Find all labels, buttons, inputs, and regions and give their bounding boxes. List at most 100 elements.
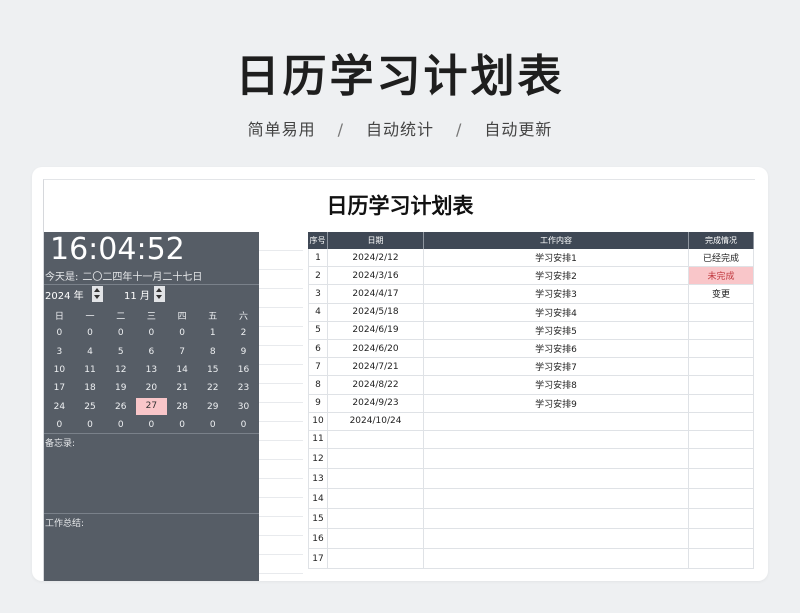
table-cell[interactable]: 5 — [308, 321, 328, 339]
table-cell[interactable]: 3 — [308, 285, 328, 303]
table-cell[interactable] — [689, 412, 754, 430]
table-cell[interactable]: 11 — [308, 430, 328, 449]
calendar-day[interactable]: 0 — [197, 420, 228, 430]
table-cell[interactable]: 2024/6/20 — [328, 339, 424, 358]
table-cell[interactable] — [689, 509, 754, 529]
calendar-day[interactable]: 18 — [75, 383, 106, 393]
calendar-day[interactable]: 5 — [105, 347, 136, 357]
table-cell[interactable]: 学习安排4 — [424, 303, 689, 321]
calendar-day[interactable]: 13 — [136, 365, 167, 375]
table-cell[interactable] — [328, 469, 424, 489]
table-cell[interactable] — [328, 549, 424, 569]
table-cell[interactable] — [689, 394, 754, 412]
table-cell[interactable]: 学习安排6 — [424, 339, 689, 358]
table-cell[interactable] — [328, 430, 424, 449]
calendar-day[interactable]: 28 — [167, 402, 198, 412]
table-cell[interactable]: 学习安排8 — [424, 376, 689, 394]
month-spinner[interactable] — [154, 286, 165, 302]
calendar-day[interactable]: 16 — [228, 365, 259, 375]
calendar-day[interactable]: 0 — [228, 420, 259, 430]
calendar-day[interactable]: 9 — [228, 347, 259, 357]
table-cell[interactable]: 7 — [308, 358, 328, 376]
calendar-day[interactable]: 0 — [75, 328, 106, 338]
table-cell[interactable]: 2024/10/24 — [328, 412, 424, 430]
table-cell[interactable]: 16 — [308, 529, 328, 549]
table-cell[interactable]: 14 — [308, 489, 328, 509]
table-cell[interactable]: 17 — [308, 549, 328, 569]
table-cell[interactable] — [689, 549, 754, 569]
table-cell[interactable]: 2024/7/21 — [328, 358, 424, 376]
spin-down-icon[interactable] — [94, 295, 100, 299]
column-header[interactable]: 日期 — [328, 232, 424, 249]
column-header[interactable]: 工作内容 — [424, 232, 689, 249]
table-cell[interactable]: 9 — [308, 394, 328, 412]
calendar-day[interactable]: 0 — [136, 420, 167, 430]
calendar-day[interactable]: 24 — [44, 402, 75, 412]
calendar-day[interactable]: 26 — [105, 402, 136, 412]
table-cell[interactable]: 学习安排5 — [424, 321, 689, 339]
calendar-day[interactable]: 11 — [75, 365, 106, 375]
table-cell[interactable]: 15 — [308, 509, 328, 529]
table-cell[interactable]: 4 — [308, 303, 328, 321]
table-cell[interactable] — [424, 430, 689, 449]
table-cell[interactable] — [424, 469, 689, 489]
table-cell[interactable] — [328, 489, 424, 509]
calendar-day[interactable]: 0 — [105, 328, 136, 338]
table-cell[interactable]: 2024/8/22 — [328, 376, 424, 394]
calendar-day[interactable]: 4 — [75, 347, 106, 357]
table-cell[interactable]: 学习安排9 — [424, 394, 689, 412]
calendar-day[interactable]: 27 — [136, 398, 167, 416]
table-cell[interactable] — [689, 529, 754, 549]
table-cell[interactable]: 2 — [308, 267, 328, 285]
table-cell[interactable]: 已经完成 — [689, 249, 754, 267]
calendar-day[interactable]: 2 — [228, 328, 259, 338]
calendar-day[interactable]: 19 — [105, 383, 136, 393]
table-cell[interactable] — [424, 509, 689, 529]
calendar-day[interactable]: 0 — [167, 328, 198, 338]
table-cell[interactable]: 2024/9/23 — [328, 394, 424, 412]
table-cell[interactable]: 13 — [308, 469, 328, 489]
calendar-day[interactable]: 20 — [136, 383, 167, 393]
year-spinner[interactable] — [92, 286, 103, 302]
year-value[interactable]: 2024 年 — [45, 287, 84, 302]
table-cell[interactable] — [424, 529, 689, 549]
table-cell[interactable] — [424, 412, 689, 430]
table-cell[interactable]: 12 — [308, 449, 328, 469]
calendar-day[interactable]: 30 — [228, 402, 259, 412]
calendar-day[interactable]: 12 — [105, 365, 136, 375]
calendar-day[interactable]: 25 — [75, 402, 106, 412]
calendar-day[interactable]: 0 — [167, 420, 198, 430]
calendar-day[interactable]: 0 — [105, 420, 136, 430]
table-cell[interactable] — [328, 529, 424, 549]
calendar-day[interactable]: 0 — [44, 420, 75, 430]
table-cell[interactable]: 2024/2/12 — [328, 249, 424, 267]
calendar-day[interactable]: 0 — [136, 328, 167, 338]
calendar-day[interactable]: 7 — [167, 347, 198, 357]
spin-up-icon[interactable] — [156, 288, 162, 292]
table-cell[interactable] — [689, 469, 754, 489]
table-cell[interactable] — [689, 339, 754, 358]
calendar-day[interactable]: 1 — [197, 328, 228, 338]
table-cell[interactable]: 2024/6/19 — [328, 321, 424, 339]
table-cell[interactable]: 变更 — [689, 285, 754, 303]
table-cell[interactable] — [689, 376, 754, 394]
column-header[interactable]: 序号 — [308, 232, 328, 249]
calendar-day[interactable]: 14 — [167, 365, 198, 375]
table-cell[interactable]: 学习安排7 — [424, 358, 689, 376]
table-cell[interactable] — [424, 449, 689, 469]
table-cell[interactable] — [689, 321, 754, 339]
calendar-day[interactable]: 29 — [197, 402, 228, 412]
calendar-day[interactable]: 15 — [197, 365, 228, 375]
table-cell[interactable] — [689, 358, 754, 376]
table-cell[interactable]: 2024/4/17 — [328, 285, 424, 303]
spin-up-icon[interactable] — [94, 288, 100, 292]
table-cell[interactable]: 6 — [308, 339, 328, 358]
table-cell[interactable]: 1 — [308, 249, 328, 267]
table-cell[interactable] — [424, 549, 689, 569]
table-cell[interactable] — [689, 430, 754, 449]
month-value[interactable]: 11 月 — [124, 287, 150, 302]
calendar-day[interactable]: 21 — [167, 383, 198, 393]
table-cell[interactable] — [328, 449, 424, 469]
table-cell[interactable]: 2024/5/18 — [328, 303, 424, 321]
calendar-day[interactable]: 22 — [197, 383, 228, 393]
